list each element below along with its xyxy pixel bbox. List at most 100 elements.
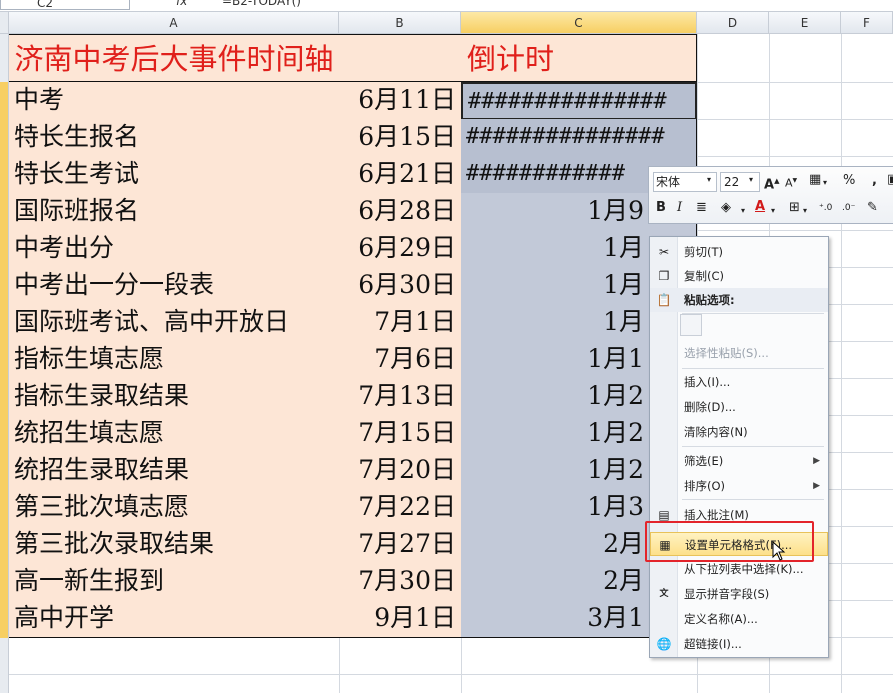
menu-separator — [682, 368, 824, 369]
menu-item-label: 超链接(I)... — [684, 637, 742, 651]
event-cell[interactable]: 指标生录取结果 — [9, 378, 340, 416]
fx-icon[interactable]: fx — [176, 0, 187, 8]
countdown-cell[interactable]: ############### — [461, 119, 697, 157]
date-cell[interactable]: 7月22日 — [339, 489, 462, 527]
row-header-rest[interactable] — [0, 638, 9, 693]
date-cell[interactable]: 7月30日 — [339, 563, 462, 601]
comma-button[interactable]: , — [872, 171, 877, 191]
formula-input[interactable]: =B2-TODAY() — [222, 0, 301, 8]
grid-line — [697, 156, 893, 157]
menu-item-hyperlink[interactable]: 🌐 超链接(I)... — [650, 632, 828, 656]
align-center-icon[interactable]: ≣ — [696, 198, 707, 218]
menu-paste-options-header: 📋 粘贴选项: — [650, 288, 828, 312]
menu-item-label: 选择性粘贴(S)... — [684, 346, 769, 360]
column-header-e[interactable]: E — [769, 12, 841, 34]
date-cell[interactable]: 9月1日 — [339, 600, 462, 638]
menu-item-define-name[interactable]: 定义名称(A)... — [650, 607, 828, 631]
chevron-right-icon: ▶ — [813, 456, 820, 466]
grow-font-icon[interactable]: A▲ — [764, 171, 779, 195]
grid-line — [461, 638, 462, 693]
italic-icon[interactable]: I — [677, 198, 682, 218]
column-header-d[interactable]: D — [697, 12, 769, 34]
menu-item-clear-contents[interactable]: 清除内容(N) — [650, 420, 828, 444]
event-cell[interactable]: 统招生填志愿 — [9, 415, 340, 453]
date-cell[interactable]: 7月20日 — [339, 452, 462, 490]
column-header-f[interactable]: F — [841, 12, 893, 34]
font-size-select[interactable]: 22 — [720, 172, 760, 192]
date-cell[interactable]: 6月15日 — [339, 119, 462, 157]
chevron-down-icon[interactable]: ▾ — [749, 175, 753, 184]
date-cell[interactable]: 7月6日 — [339, 341, 462, 379]
event-cell[interactable]: 中考出分 — [9, 230, 340, 268]
date-cell[interactable]: 7月13日 — [339, 378, 462, 416]
event-cell[interactable]: 中考出一分一段表 — [9, 267, 340, 305]
grid-line — [697, 230, 893, 231]
context-menu: ✂ 剪切(T) ❐ 复制(C) 📋 粘贴选项: 选择性粘贴(S)... 插入(I… — [649, 236, 829, 658]
date-cell[interactable]: 7月1日 — [339, 304, 462, 342]
date-cell[interactable]: 6月21日 — [339, 156, 462, 194]
event-cell[interactable]: 国际班考试、高中开放日 — [9, 304, 340, 342]
sheet-title-cell[interactable]: 济南中考后大事件时间轴 — [9, 34, 340, 82]
menu-item-paste-special[interactable]: 选择性粘贴(S)... — [650, 341, 828, 365]
countdown-header-cell[interactable]: 倒计时 — [461, 34, 697, 82]
fill-color-icon[interactable]: ◈ — [721, 198, 731, 218]
accounting-format-icon[interactable]: ▦ — [809, 170, 821, 190]
menu-item-show-phonetic[interactable]: 文 显示拼音字段(S) — [650, 582, 828, 606]
event-cell[interactable]: 特长生报名 — [9, 119, 340, 157]
highlight-box — [645, 521, 814, 562]
scissors-icon: ✂ — [658, 245, 670, 259]
countdown-cell-active[interactable]: ############### — [461, 82, 697, 120]
row-header-1[interactable] — [0, 34, 9, 82]
row-header-selected[interactable] — [0, 82, 9, 638]
event-cell[interactable]: 中考 — [9, 82, 340, 120]
name-box[interactable]: C2 — [0, 0, 130, 10]
select-all-corner[interactable] — [0, 12, 9, 34]
chevron-down-icon[interactable]: ▾ — [771, 201, 775, 221]
date-cell[interactable]: 6月28日 — [339, 193, 462, 231]
date-cell[interactable]: 6月30日 — [339, 267, 462, 305]
mouse-cursor-icon — [772, 541, 786, 561]
increase-decimal-icon[interactable]: ⁺.0 — [819, 198, 832, 218]
menu-item-delete[interactable]: 删除(D)... — [650, 395, 828, 419]
percent-button[interactable]: % — [843, 171, 855, 191]
menu-item-sort[interactable]: 排序(O) ▶ — [650, 474, 828, 498]
chevron-down-icon[interactable]: ▾ — [823, 173, 827, 193]
paste-option-button[interactable] — [680, 314, 702, 336]
mini-toolbar: 宋体 ▾ 22 ▾ A▲ A▼ ▦ ▾ % , ▣ B I ≣ ◈ ▾ A ▾ … — [648, 166, 893, 224]
menu-item-cut[interactable]: ✂ 剪切(T) — [650, 240, 828, 264]
decrease-decimal-icon[interactable]: .0⁻ — [842, 198, 855, 218]
font-color-icon[interactable]: A — [755, 197, 765, 217]
shrink-font-icon[interactable]: A▼ — [785, 171, 797, 194]
menu-item-filter[interactable]: 筛选(E) ▶ — [650, 449, 828, 473]
paste-icon: 📋 — [656, 293, 672, 307]
date-cell[interactable]: 7月27日 — [339, 526, 462, 564]
event-cell[interactable]: 高一新生报到 — [9, 563, 340, 601]
chevron-down-icon[interactable]: ▾ — [803, 201, 807, 221]
title-cell-b[interactable] — [339, 34, 462, 82]
event-cell[interactable]: 特长生考试 — [9, 156, 340, 194]
date-cell[interactable]: 6月29日 — [339, 230, 462, 268]
column-header-b[interactable]: B — [339, 12, 461, 34]
chevron-down-icon[interactable]: ▾ — [741, 201, 745, 221]
menu-item-copy[interactable]: ❐ 复制(C) — [650, 264, 828, 288]
event-cell[interactable]: 第三批次录取结果 — [9, 526, 340, 564]
chevron-down-icon[interactable]: ▾ — [707, 175, 711, 184]
event-cell[interactable]: 高中开学 — [9, 600, 340, 638]
borders-icon[interactable]: ⊞ — [789, 198, 800, 218]
format-painter-icon[interactable]: ▣ — [887, 170, 893, 190]
menu-item-insert[interactable]: 插入(I)... — [650, 370, 828, 394]
menu-item-label: 清除内容(N) — [684, 425, 748, 439]
grid-line — [841, 34, 842, 693]
event-cell[interactable]: 国际班报名 — [9, 193, 340, 231]
date-cell[interactable]: 7月15日 — [339, 415, 462, 453]
event-cell[interactable]: 第三批次填志愿 — [9, 489, 340, 527]
date-cell[interactable]: 6月11日 — [339, 82, 462, 120]
event-cell[interactable]: 指标生填志愿 — [9, 341, 340, 379]
event-cell[interactable]: 统招生录取结果 — [9, 452, 340, 490]
menu-item-label: 筛选(E) — [684, 454, 724, 468]
copy-icon: ❐ — [658, 269, 670, 283]
format-painter-icon[interactable]: ✎ — [867, 198, 878, 218]
bold-icon[interactable]: B — [656, 198, 666, 218]
column-header-a[interactable]: A — [9, 12, 339, 34]
column-header-c[interactable]: C — [461, 12, 697, 34]
